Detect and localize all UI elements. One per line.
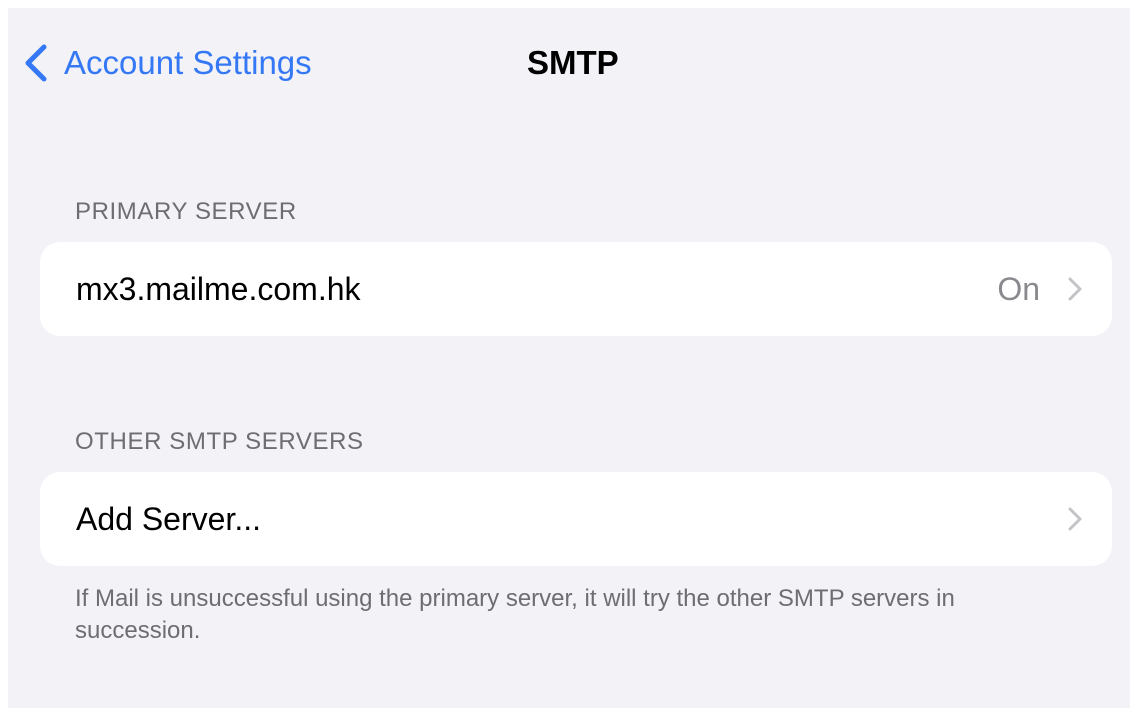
back-button[interactable]: Account Settings	[22, 38, 312, 88]
add-server-label: Add Server...	[76, 501, 261, 537]
chevron-left-icon	[25, 44, 47, 82]
add-server-row[interactable]: Add Server...	[40, 472, 1112, 566]
other-servers-header: OTHER SMTP SERVERS	[75, 428, 364, 455]
primary-server-name: mx3.mailme.com.hk	[76, 271, 361, 307]
primary-server-status: On	[997, 271, 1040, 307]
primary-server-row[interactable]: mx3.mailme.com.hk On	[40, 242, 1112, 336]
page-title: SMTP	[527, 44, 619, 81]
back-button-label: Account Settings	[64, 44, 312, 81]
smtp-footer-note: If Mail is unsuccessful using the primar…	[75, 585, 955, 644]
primary-server-header: PRIMARY SERVER	[75, 198, 297, 225]
chevron-right-icon	[1068, 277, 1082, 301]
navigation-bar: Account Settings SMTP	[8, 8, 1130, 118]
smtp-settings-screen: Account Settings SMTP PRIMARY SERVER mx3…	[8, 8, 1130, 708]
chevron-right-icon	[1068, 507, 1082, 531]
